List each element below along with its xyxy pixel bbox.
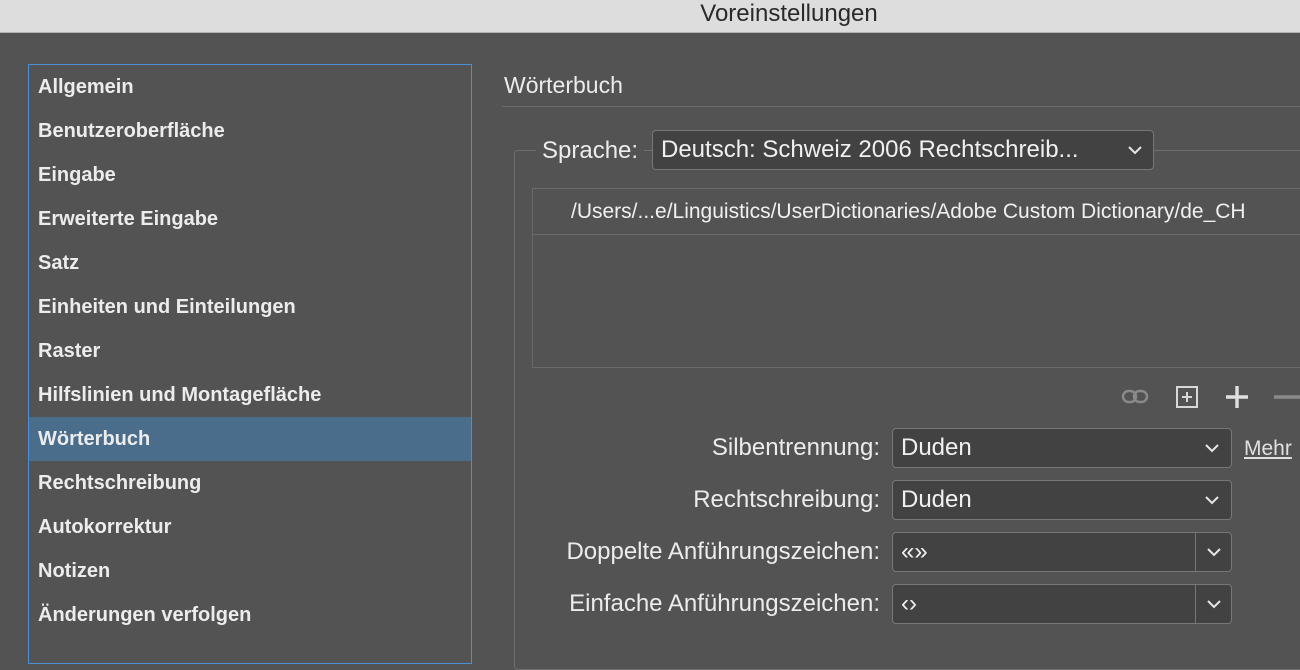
add-icon[interactable] — [1222, 382, 1252, 412]
sidebar-item-notizen[interactable]: Notizen — [29, 549, 471, 593]
sidebar-item-erweiterte-eingabe[interactable]: Erweiterte Eingabe — [29, 197, 471, 241]
single-quotes-value: ‹› — [901, 590, 917, 617]
spelling-label: Rechtschreibung: — [693, 486, 880, 513]
chevron-down-icon — [1128, 146, 1142, 155]
section-title: Wörterbuch — [504, 72, 623, 98]
hyphenation-select[interactable]: Duden — [892, 428, 1232, 468]
remove-icon[interactable] — [1270, 382, 1300, 412]
spelling-value: Duden — [901, 486, 972, 513]
sidebar-item-benutzeroberflaeche[interactable]: Benutzeroberfläche — [29, 109, 471, 153]
sidebar-item-allgemein[interactable]: Allgemein — [29, 65, 471, 109]
preferences-category-list[interactable]: Allgemein Benutzeroberfläche Eingabe Erw… — [28, 64, 472, 664]
sidebar-item-aenderungen-verfolgen[interactable]: Änderungen verfolgen — [29, 593, 471, 637]
dictionary-list[interactable]: /Users/...e/Linguistics/UserDictionaries… — [532, 188, 1300, 368]
chevron-down-icon[interactable] — [1206, 546, 1222, 558]
language-label: Sprache: — [536, 136, 645, 166]
dictionary-path: /Users/...e/Linguistics/UserDictionaries… — [571, 200, 1246, 223]
single-quotes-label: Einfache Anführungszeichen: — [569, 590, 880, 617]
chevron-down-icon — [1205, 496, 1219, 505]
sidebar-item-satz[interactable]: Satz — [29, 241, 471, 285]
sidebar-item-hilfslinien[interactable]: Hilfslinien und Montagefläche — [29, 373, 471, 417]
double-quotes-combo[interactable]: «» — [892, 532, 1232, 572]
double-quotes-label: Doppelte Anführungszeichen: — [566, 538, 880, 565]
sidebar-item-einheiten[interactable]: Einheiten und Einteilungen — [29, 285, 471, 329]
sidebar-item-autokorrektur[interactable]: Autokorrektur — [29, 505, 471, 549]
sidebar-item-rechtschreibung[interactable]: Rechtschreibung — [29, 461, 471, 505]
language-select-value: Deutsch: Schweiz 2006 Rechtschreib... — [661, 136, 1079, 163]
single-quotes-combo[interactable]: ‹› — [892, 584, 1232, 624]
link-icon[interactable] — [1120, 382, 1150, 412]
new-dictionary-icon[interactable] — [1172, 382, 1202, 412]
combo-divider — [1195, 533, 1196, 571]
combo-divider — [1195, 585, 1196, 623]
title-bar: Voreinstellungen — [0, 0, 1300, 33]
window-title: Voreinstellungen — [700, 0, 878, 27]
sidebar-item-raster[interactable]: Raster — [29, 329, 471, 373]
more-link[interactable]: Mehr — [1244, 436, 1292, 462]
language-select[interactable]: Deutsch: Schweiz 2006 Rechtschreib... — [652, 130, 1154, 170]
hyphenation-value: Duden — [901, 434, 972, 461]
chevron-down-icon — [1205, 444, 1219, 453]
section-divider — [502, 106, 1300, 107]
sidebar-item-eingabe[interactable]: Eingabe — [29, 153, 471, 197]
chevron-down-icon[interactable] — [1206, 598, 1222, 610]
spelling-select[interactable]: Duden — [892, 480, 1232, 520]
hyphenation-label: Silbentrennung: — [711, 434, 880, 461]
dictionary-row[interactable]: /Users/...e/Linguistics/UserDictionaries… — [533, 189, 1300, 235]
sidebar-item-woerterbuch[interactable]: Wörterbuch — [29, 417, 471, 461]
double-quotes-value: «» — [901, 538, 928, 565]
